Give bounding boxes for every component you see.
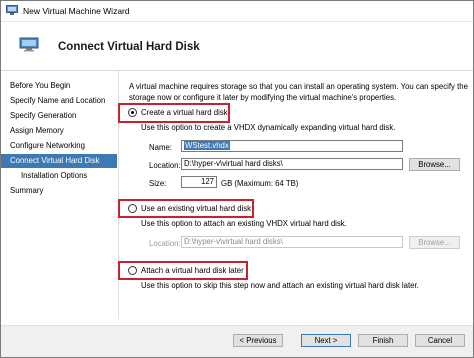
- existing-location-input[interactable]: D:\hyper-v\virtual hard disks\: [181, 236, 403, 248]
- size-input[interactable]: 127: [181, 176, 217, 188]
- nav-item-assign-memory[interactable]: Assign Memory: [1, 124, 117, 138]
- existing-browse-button[interactable]: Browse...: [409, 236, 460, 249]
- location-input[interactable]: D:\hyper-v\virtual hard disks\: [181, 158, 403, 170]
- location-label: Location:: [149, 161, 181, 170]
- nav-item-specify-generation[interactable]: Specify Generation: [1, 109, 117, 123]
- next-button[interactable]: Next >: [301, 334, 351, 347]
- size-label: Size:: [149, 179, 167, 188]
- page-header: Connect Virtual Hard Disk: [1, 22, 473, 71]
- name-value: WStest.vhdx: [184, 141, 230, 150]
- cancel-button[interactable]: Cancel: [415, 334, 465, 347]
- nav-item-configure-networking[interactable]: Configure Networking: [1, 139, 117, 153]
- nav-item-summary[interactable]: Summary: [1, 184, 117, 198]
- existing-vhd-description: Use this option to attach an existing VH…: [141, 219, 347, 228]
- page-title: Connect Virtual Hard Disk: [58, 41, 200, 53]
- create-vhd-radio[interactable]: [128, 108, 137, 117]
- page-description: A virtual machine requires storage so th…: [129, 82, 468, 102]
- close-button[interactable]: [443, 1, 473, 21]
- nav-item-installation-options[interactable]: Installation Options: [1, 169, 117, 183]
- finish-button[interactable]: Finish: [358, 334, 408, 347]
- name-label: Name:: [149, 143, 172, 152]
- browse-button[interactable]: Browse...: [409, 158, 460, 171]
- name-input[interactable]: WStest.vhdx: [181, 140, 403, 152]
- nav-item-connect-virtual-hard-disk[interactable]: Connect Virtual Hard Disk: [1, 154, 117, 168]
- nav-item-before-you-begin[interactable]: Before You Begin: [1, 79, 117, 93]
- existing-vhd-radio[interactable]: [128, 204, 137, 213]
- nav-item-specify-name-location[interactable]: Specify Name and Location: [1, 94, 117, 108]
- attach-later-radio[interactable]: [128, 266, 137, 275]
- virtual-disk-icon: [19, 37, 39, 52]
- previous-button[interactable]: < Previous: [233, 334, 283, 347]
- wizard-footer: < Previous Next > Finish Cancel: [1, 326, 473, 357]
- existing-vhd-label[interactable]: Use an existing virtual hard disk: [141, 204, 251, 213]
- window-title: New Virtual Machine Wizard: [23, 6, 130, 16]
- wizard-steps-nav: Before You Begin Specify Name and Locati…: [1, 71, 117, 306]
- maximize-button[interactable]: [413, 1, 443, 21]
- minimize-button[interactable]: [383, 1, 413, 21]
- size-unit-label: GB (Maximum: 64 TB): [221, 179, 299, 188]
- attach-later-label[interactable]: Attach a virtual hard disk later: [141, 266, 244, 275]
- title-bar: New Virtual Machine Wizard: [1, 1, 473, 22]
- existing-location-label: Location:: [149, 239, 181, 248]
- wizard-window: New Virtual Machine Wizard Connect Virtu…: [0, 0, 474, 358]
- vm-icon: [6, 5, 18, 15]
- main-content: A virtual machine requires storage so th…: [118, 71, 473, 321]
- create-vhd-label[interactable]: Create a virtual hard disk: [141, 108, 228, 117]
- attach-later-description: Use this option to skip this step now an…: [141, 281, 419, 290]
- create-vhd-description: Use this option to create a VHDX dynamic…: [141, 123, 396, 132]
